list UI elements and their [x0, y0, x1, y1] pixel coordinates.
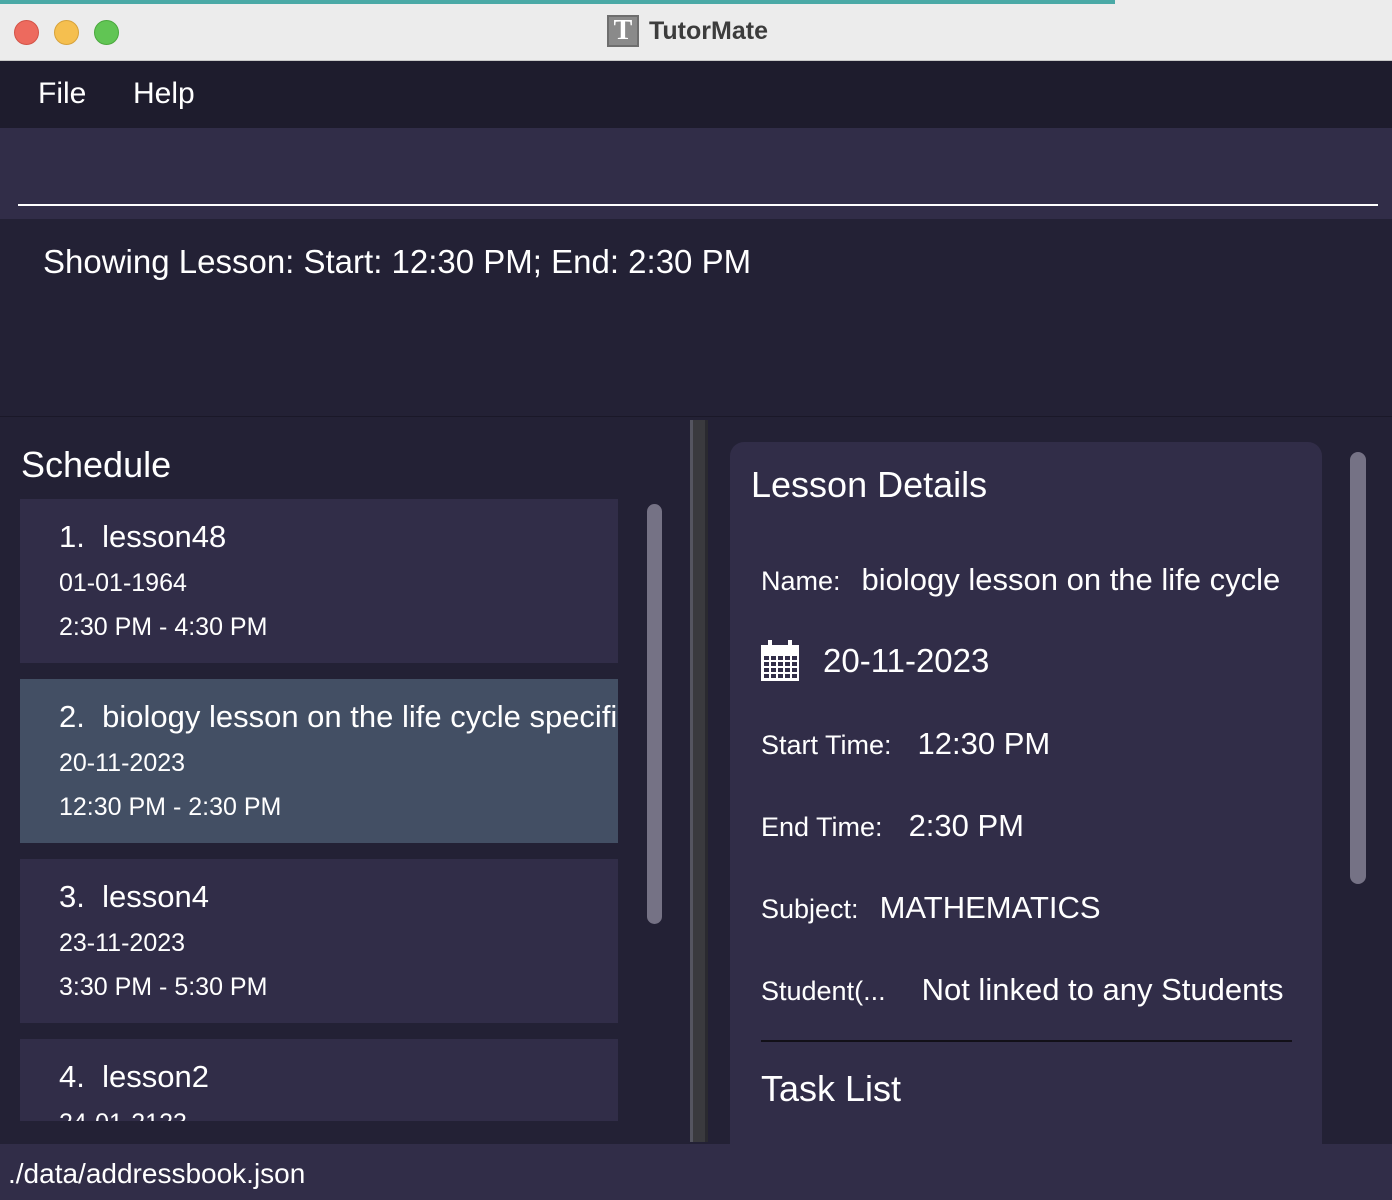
- student-label: Student(...: [761, 976, 886, 1006]
- lesson-card-selected[interactable]: 2. biology lesson on the life cycle spec…: [20, 679, 618, 843]
- title-bar: T TutorMate: [0, 0, 1392, 61]
- end-time-label: End Time:: [761, 812, 883, 842]
- name-label: Name:: [761, 566, 841, 596]
- lesson-time: 3:30 PM - 5:30 PM: [59, 973, 268, 1001]
- detail-name-row: Name: biology lesson on the life cycle: [761, 562, 1280, 598]
- subject-label: Subject:: [761, 894, 859, 924]
- menu-help[interactable]: Help: [133, 77, 195, 111]
- detail-start-row: Start Time: 12:30 PM: [761, 726, 1050, 762]
- lesson-name: 3. lesson4: [59, 879, 209, 914]
- details-divider: [761, 1040, 1292, 1042]
- command-box-area: [0, 128, 1392, 219]
- calendar-icon: [761, 640, 799, 681]
- command-input[interactable]: [18, 158, 1378, 206]
- main-area: Schedule 1. lesson48 01-01-1964 2:30 PM …: [0, 418, 1392, 1144]
- close-window-button[interactable]: [14, 20, 39, 45]
- detail-student-row: Student(... Not linked to any Students: [761, 972, 1283, 1008]
- lesson-list[interactable]: 1. lesson48 01-01-1964 2:30 PM - 4:30 PM…: [20, 499, 618, 1121]
- date-value: 20-11-2023: [823, 642, 990, 679]
- titlebar-accent: [0, 0, 1115, 4]
- window-title-text: TutorMate: [649, 16, 768, 45]
- lesson-card[interactable]: 1. lesson48 01-01-1964 2:30 PM - 4:30 PM: [20, 499, 618, 663]
- minimize-window-button[interactable]: [54, 20, 79, 45]
- details-scrollbar[interactable]: [1350, 452, 1366, 884]
- status-bar: ./data/addressbook.json: [0, 1144, 1392, 1200]
- start-time-value: 12:30 PM: [917, 726, 1051, 761]
- menu-bar: File Help: [0, 61, 1392, 128]
- menu-file[interactable]: File: [38, 77, 86, 111]
- lesson-date: 23-11-2023: [59, 929, 186, 957]
- detail-end-row: End Time: 2:30 PM: [761, 808, 1024, 844]
- lesson-name: 4. lesson2: [59, 1059, 209, 1094]
- start-time-label: Start Time:: [761, 730, 892, 760]
- maximize-window-button[interactable]: [94, 20, 119, 45]
- student-value: Not linked to any Students: [921, 972, 1284, 1007]
- split-pane-divider[interactable]: [690, 420, 708, 1142]
- detail-subject-row: Subject: MATHEMATICS: [761, 890, 1101, 926]
- lesson-card[interactable]: 4. lesson2 24-01-2123: [20, 1039, 618, 1121]
- app-logo-icon: T: [607, 15, 639, 47]
- lesson-date: 24-01-2123: [59, 1109, 187, 1121]
- lesson-date: 20-11-2023: [59, 749, 186, 777]
- lesson-card[interactable]: 3. lesson4 23-11-2023 3:30 PM - 5:30 PM: [20, 859, 618, 1023]
- end-time-value: 2:30 PM: [908, 808, 1025, 843]
- result-display: Showing Lesson: Start: 12:30 PM; End: 2:…: [0, 219, 1392, 417]
- lesson-details-panel: Lesson Details Name: biology lesson on t…: [730, 442, 1322, 1144]
- lesson-name: 1. lesson48: [59, 519, 227, 554]
- result-text: Showing Lesson: Start: 12:30 PM; End: 2:…: [43, 243, 752, 280]
- lesson-name: 2. biology lesson on the life cycle spec…: [59, 699, 618, 734]
- window-title: T TutorMate: [607, 15, 768, 47]
- lesson-time: 2:30 PM - 4:30 PM: [59, 613, 268, 641]
- schedule-title: Schedule: [21, 444, 172, 485]
- status-file-path: ./data/addressbook.json: [8, 1158, 306, 1189]
- lesson-time: 12:30 PM - 2:30 PM: [59, 793, 282, 821]
- lesson-list-scrollbar[interactable]: [647, 504, 662, 924]
- subject-value: MATHEMATICS: [879, 890, 1101, 925]
- task-list-title: Task List: [761, 1068, 902, 1109]
- name-value: biology lesson on the life cycle: [861, 562, 1281, 597]
- details-title: Lesson Details: [751, 464, 988, 505]
- lesson-date: 01-01-1964: [59, 569, 187, 597]
